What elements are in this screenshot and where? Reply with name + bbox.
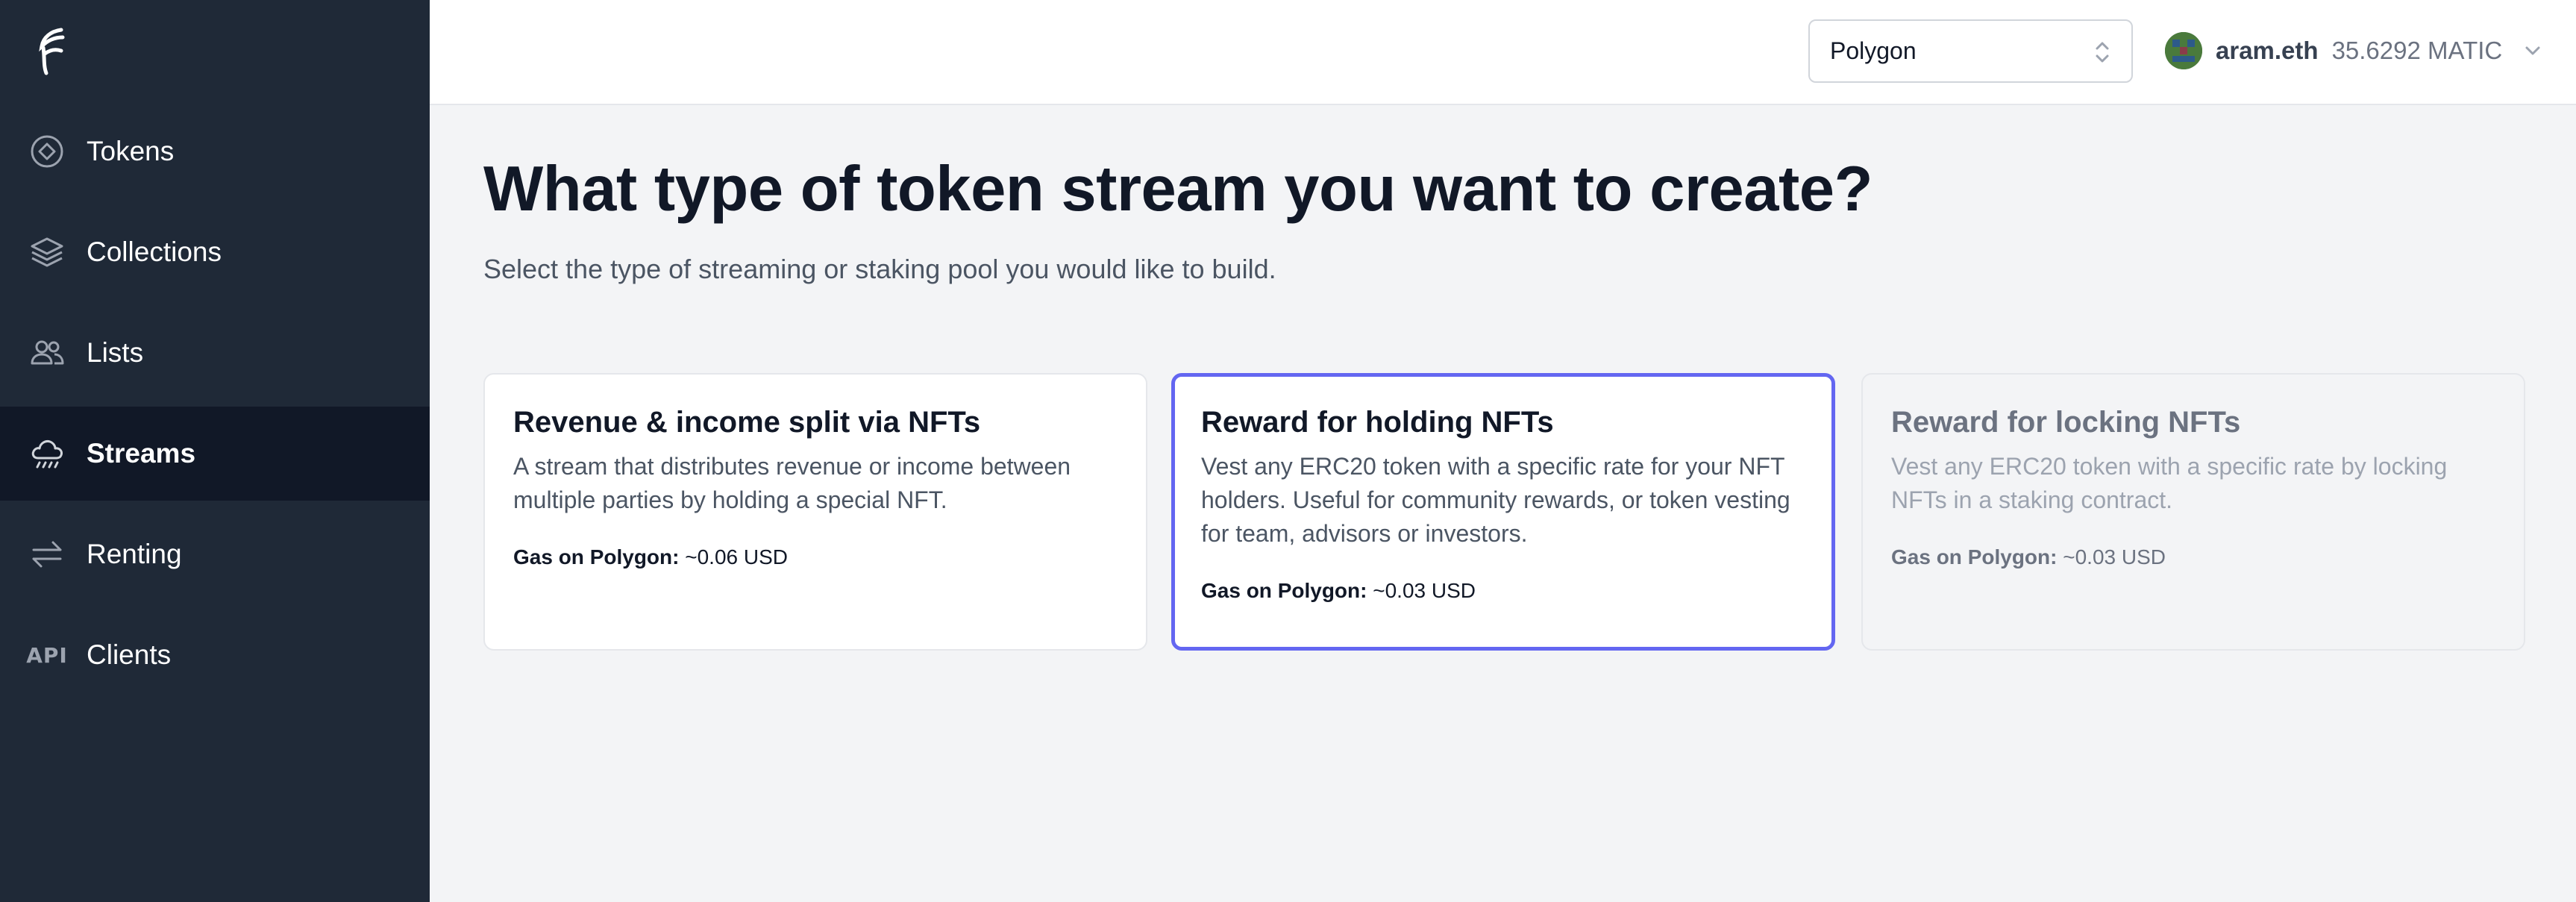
sidebar-item-label: Streams: [87, 438, 196, 469]
network-select-value: Polygon: [1830, 37, 1917, 64]
arrows-exchange-icon: [28, 536, 66, 573]
token-diamond-icon: [28, 133, 66, 170]
card-title: Reward for holding NFTs: [1201, 406, 1554, 439]
sidebar-item-tokens[interactable]: Tokens: [0, 104, 430, 198]
gas-label: Gas on Polygon:: [1891, 545, 2058, 569]
gas-value: ~0.03 USD: [2063, 545, 2166, 569]
sidebar-item-label: Collections: [87, 237, 222, 267]
api-icon: API: [26, 642, 68, 668]
top-bar: Polygon aram.eth 35.6292 MATIC: [430, 0, 2576, 105]
sidebar-item-label: Tokens: [87, 136, 175, 166]
sidebar-item-label: Renting: [87, 539, 182, 569]
chevron-down-icon: [2522, 40, 2544, 62]
sidebar-item-renting[interactable]: Renting: [0, 507, 430, 601]
stream-type-card-locking-rewards: Reward for locking NFTs Vest any ERC20 t…: [1861, 373, 2525, 651]
card-gas-estimate: Gas on Polygon: ~0.03 USD: [1891, 545, 2495, 569]
gas-label: Gas on Polygon:: [513, 545, 680, 569]
card-description: Vest any ERC20 token with a specific rat…: [1201, 453, 1790, 547]
card-description: A stream that distributes revenue or inc…: [513, 453, 1071, 513]
sidebar-item-streams[interactable]: Streams: [0, 407, 430, 501]
sidebar-item-lists[interactable]: Lists: [0, 306, 430, 400]
gas-value: ~0.06 USD: [685, 545, 788, 569]
card-title: Reward for locking NFTs: [1891, 406, 2241, 439]
network-select[interactable]: Polygon: [1808, 19, 2133, 83]
layers-icon: [28, 234, 66, 271]
stream-type-card-revenue-split[interactable]: Revenue & income split via NFTs A stream…: [483, 373, 1147, 651]
account-name: aram.eth: [2216, 37, 2319, 64]
gas-label: Gas on Polygon:: [1201, 579, 1367, 602]
gas-value: ~0.03 USD: [1373, 579, 1476, 602]
account-menu[interactable]: aram.eth 35.6292 MATIC: [2165, 30, 2544, 72]
select-arrows-icon: [2093, 37, 2112, 67]
sidebar-item-collections[interactable]: Collections: [0, 205, 430, 299]
brand-logo[interactable]: [36, 27, 70, 76]
sidebar-item-label: Clients: [87, 639, 172, 670]
cloud-rain-icon: [28, 435, 66, 472]
stream-type-card-holding-rewards[interactable]: Reward for holding NFTs Vest any ERC20 t…: [1171, 373, 1835, 651]
page-title: What type of token stream you want to cr…: [483, 154, 1873, 225]
card-gas-estimate: Gas on Polygon: ~0.06 USD: [513, 545, 1118, 569]
card-gas-estimate: Gas on Polygon: ~0.03 USD: [1201, 579, 1805, 603]
sidebar-item-clients[interactable]: API Clients: [0, 608, 430, 702]
card-title: Revenue & income split via NFTs: [513, 406, 981, 439]
users-icon: [28, 334, 66, 372]
account-balance: 35.6292 MATIC: [2331, 37, 2503, 64]
sidebar: Tokens Collections Lists Streams Renting…: [0, 0, 430, 902]
avatar: [2165, 32, 2202, 69]
sidebar-item-label: Lists: [87, 337, 144, 368]
page-subtitle: Select the type of streaming or staking …: [483, 254, 1276, 284]
card-description: Vest any ERC20 token with a specific rat…: [1891, 453, 2448, 513]
